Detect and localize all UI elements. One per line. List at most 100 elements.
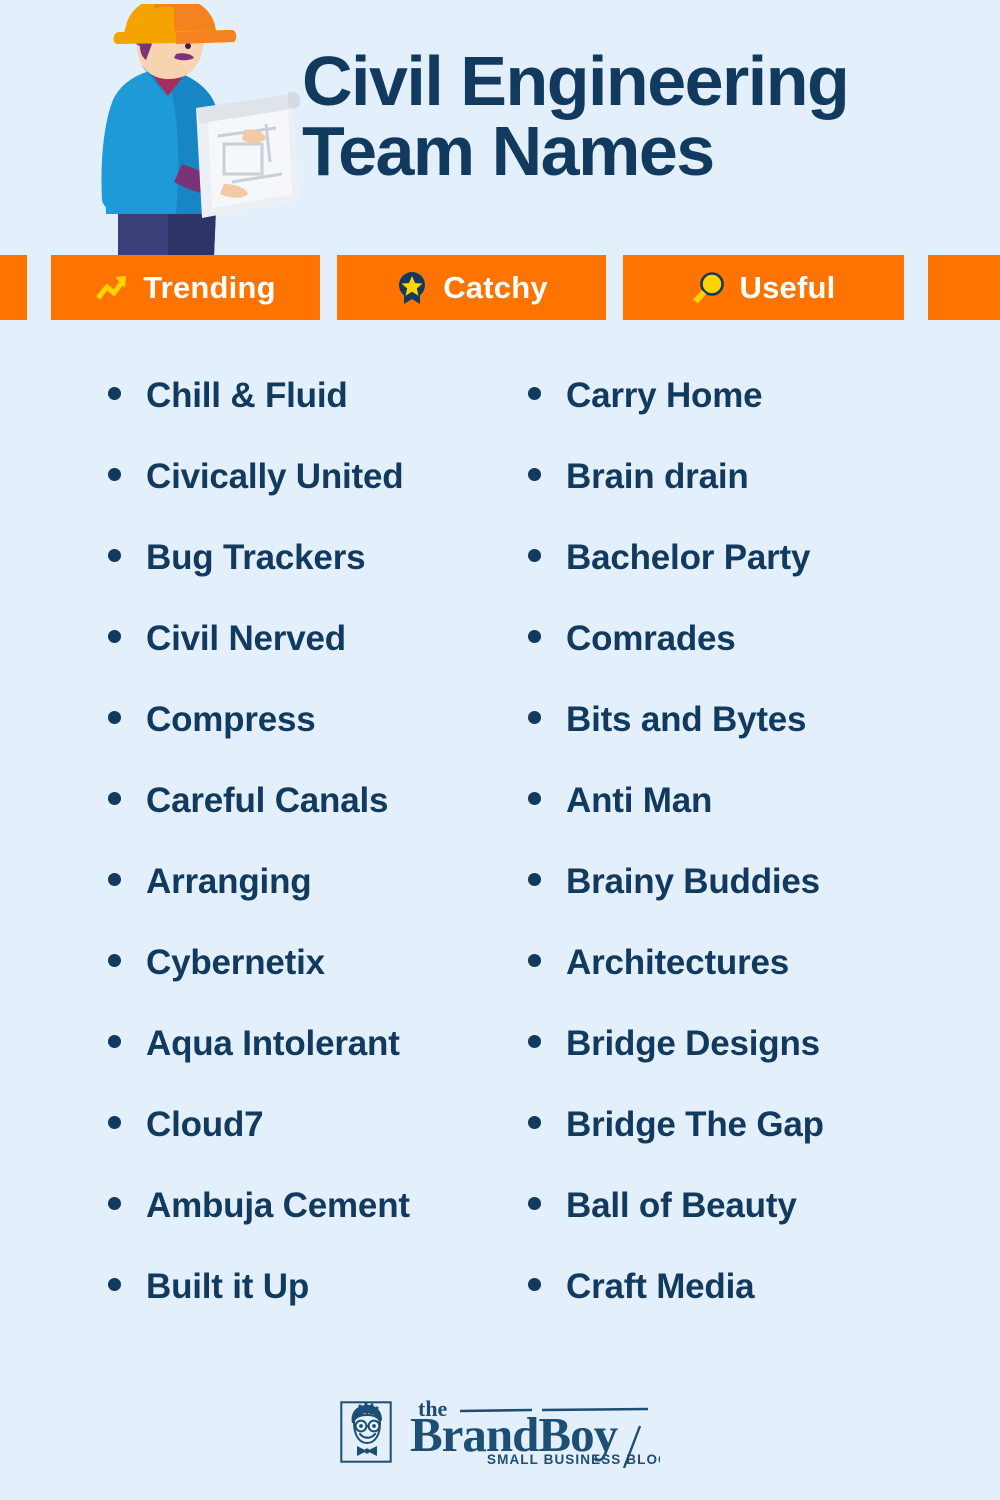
list-item-label: Careful Canals [146, 781, 389, 820]
badge-gap-1 [27, 255, 51, 320]
list-item-label: Aqua Intolerant [146, 1024, 400, 1063]
bullet-icon [528, 630, 541, 643]
list-item-label: Anti Man [566, 781, 713, 820]
list-item[interactable]: Ball of Beauty [528, 1188, 948, 1269]
trending-up-icon [96, 275, 127, 300]
list-item-label: Bug Trackers [146, 538, 366, 577]
badge-strip-left-cap [0, 255, 27, 320]
list-item-label: Built it Up [146, 1267, 310, 1306]
badge-trending-label: Trending [143, 269, 276, 305]
list-item-label: Compress [146, 700, 316, 739]
list-item-label: Brainy Buddies [566, 862, 820, 901]
list-item-label: Bits and Bytes [566, 700, 807, 739]
list-item[interactable]: Craft Media [528, 1269, 948, 1350]
bullet-icon [528, 954, 541, 967]
bullet-icon [108, 711, 121, 724]
bullet-icon [108, 468, 121, 481]
list-item[interactable]: Careful Canals [108, 783, 528, 864]
header: Civil Engineering Team Names [0, 0, 1000, 256]
list-item[interactable]: Ambuja Cement [108, 1188, 528, 1269]
team-names-column-left: Chill & Fluid Civically United Bug Track… [108, 378, 528, 1350]
team-names-column-right: Carry Home Brain drain Bachelor Party Co… [528, 378, 948, 1350]
list-item-label: Chill & Fluid [146, 376, 348, 415]
list-item-label: Bridge The Gap [566, 1105, 824, 1144]
list-item-label: Ball of Beauty [566, 1186, 797, 1225]
list-item-label: Craft Media [566, 1267, 755, 1306]
bullet-icon [528, 1197, 541, 1210]
list-item[interactable]: Cloud7 [108, 1107, 528, 1188]
bullet-icon [528, 549, 541, 562]
list-item[interactable]: Civically United [108, 459, 528, 540]
bullet-icon [108, 549, 121, 562]
list-item[interactable]: Brain drain [528, 459, 948, 540]
badge-gap-2 [320, 255, 337, 320]
list-item-label: Bachelor Party [566, 538, 811, 577]
brandboy-logo[interactable]: the BrandBoy SMALL BUSINESS BLOG [340, 1396, 660, 1468]
bullet-icon [108, 1035, 121, 1048]
page-title: Civil Engineering Team Names [302, 46, 992, 186]
bullet-icon [108, 1278, 121, 1291]
list-item[interactable]: Architectures [528, 945, 948, 1026]
list-item[interactable]: Anti Man [528, 783, 948, 864]
list-item[interactable]: Bridge The Gap [528, 1107, 948, 1188]
list-item-label: Carry Home [566, 376, 763, 415]
bullet-icon [108, 792, 121, 805]
bullet-icon [528, 1116, 541, 1129]
list-item-label: Brain drain [566, 457, 749, 496]
list-item[interactable]: Bug Trackers [108, 540, 528, 621]
list-item[interactable]: Compress [108, 702, 528, 783]
bullet-icon [108, 873, 121, 886]
badge-catchy[interactable]: Catchy [337, 255, 606, 320]
badge-trending[interactable]: Trending [51, 255, 320, 320]
list-item-label: Civically United [146, 457, 404, 496]
bullet-icon [528, 1278, 541, 1291]
list-item-label: Cybernetix [146, 943, 325, 982]
list-item[interactable]: Comrades [528, 621, 948, 702]
team-names-lists: Chill & Fluid Civically United Bug Track… [0, 378, 1000, 1350]
page-title-line-2: Team Names [302, 112, 715, 190]
bullet-icon [108, 1197, 121, 1210]
list-item[interactable]: Carry Home [528, 378, 948, 459]
badge-useful[interactable]: Useful [623, 255, 904, 320]
badge-strip: Trending Catchy Useful [0, 255, 1000, 320]
bullet-icon [108, 630, 121, 643]
list-item[interactable]: Bachelor Party [528, 540, 948, 621]
list-item[interactable]: Civil Nerved [108, 621, 528, 702]
list-item-label: Architectures [566, 943, 790, 982]
bullet-icon [108, 1116, 121, 1129]
list-item-label: Bridge Designs [566, 1024, 820, 1063]
list-item-label: Cloud7 [146, 1105, 264, 1144]
boy-with-glasses-icon [340, 1401, 392, 1463]
list-item-label: Comrades [566, 619, 736, 658]
civil-engineer-illustration [101, 4, 301, 256]
bullet-icon [528, 387, 541, 400]
badge-strip-right-cap [928, 255, 1000, 320]
bullet-icon [528, 1035, 541, 1048]
footer: the BrandBoy SMALL BUSINESS BLOG [0, 1396, 1000, 1468]
list-item[interactable]: Brainy Buddies [528, 864, 948, 945]
badge-catchy-label: Catchy [443, 269, 548, 305]
list-item-label: Civil Nerved [146, 619, 346, 658]
bullet-icon [108, 954, 121, 967]
badge-gap-4 [904, 255, 928, 320]
list-item[interactable]: Cybernetix [108, 945, 528, 1026]
list-item[interactable]: Built it Up [108, 1269, 528, 1350]
award-star-icon [399, 271, 426, 304]
bullet-icon [528, 792, 541, 805]
badge-useful-label: Useful [739, 269, 836, 305]
magnifier-icon [692, 271, 724, 304]
bullet-icon [528, 468, 541, 481]
bullet-icon [528, 711, 541, 724]
brandboy-wordmark: the BrandBoy SMALL BUSINESS BLOG [410, 1396, 660, 1468]
list-item[interactable]: Bits and Bytes [528, 702, 948, 783]
list-item[interactable]: Aqua Intolerant [108, 1026, 528, 1107]
bullet-icon [528, 873, 541, 886]
badge-gap-3 [606, 255, 623, 320]
list-item[interactable]: Arranging [108, 864, 528, 945]
list-item[interactable]: Bridge Designs [528, 1026, 948, 1107]
list-item-label: Arranging [146, 862, 312, 901]
list-item[interactable]: Chill & Fluid [108, 378, 528, 459]
page-title-line-1: Civil Engineering [302, 42, 850, 120]
logo-tagline-text: SMALL BUSINESS BLOG [487, 1452, 660, 1467]
bullet-icon [108, 387, 121, 400]
